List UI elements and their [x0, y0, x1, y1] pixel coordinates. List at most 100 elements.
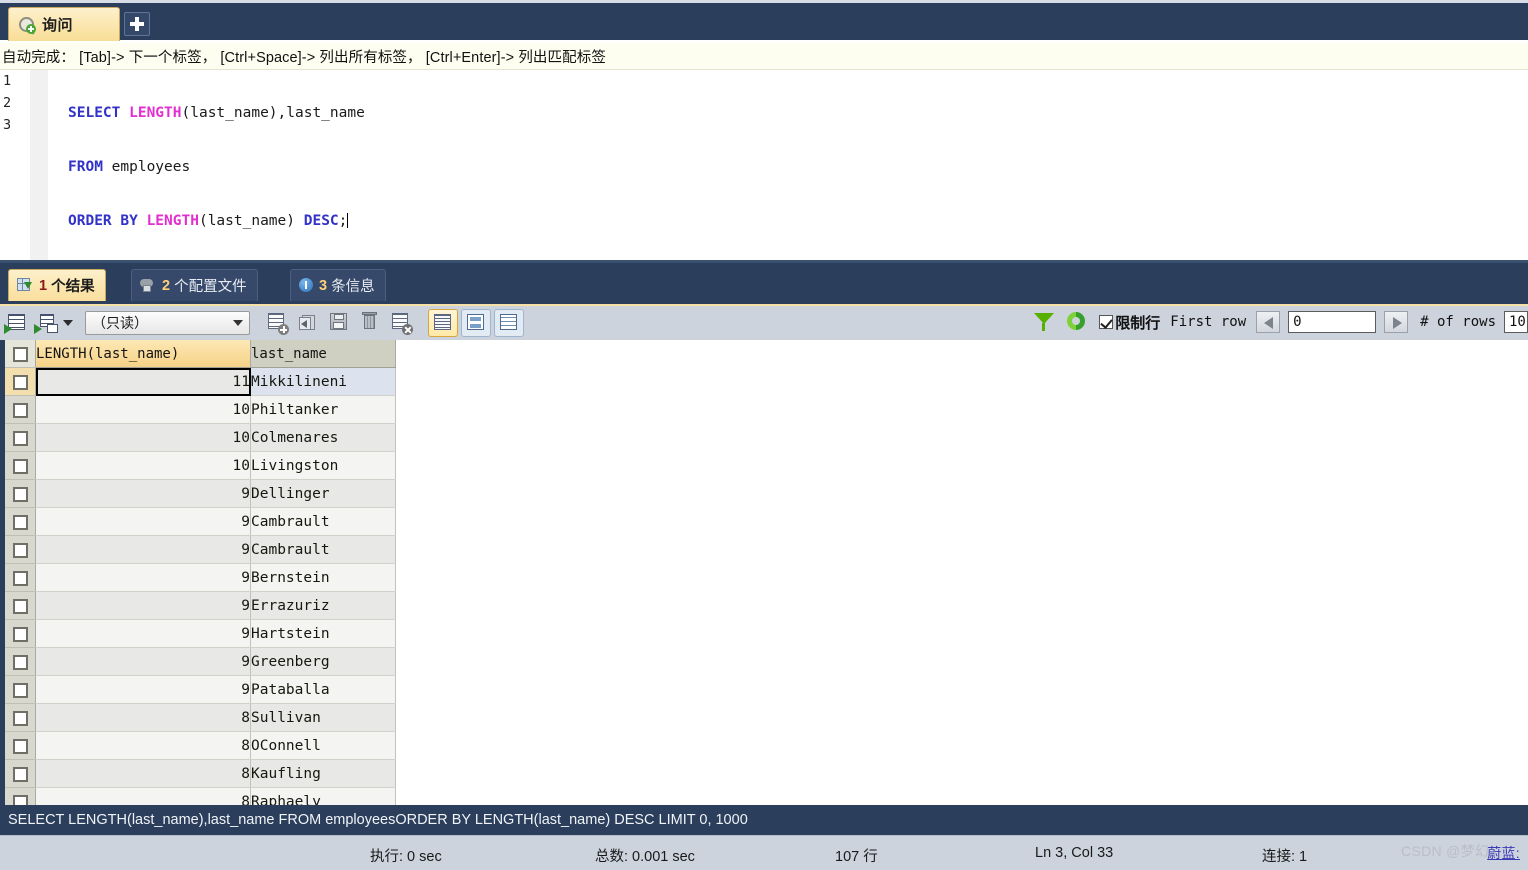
form-view-icon[interactable] — [461, 309, 491, 337]
checkbox-icon[interactable] — [12, 543, 28, 558]
select-all-checkbox-cell[interactable] — [5, 340, 36, 368]
checkbox-icon[interactable] — [12, 599, 28, 614]
table-row[interactable]: 10 Colmenares — [5, 423, 396, 452]
tab-messages[interactable]: 3 条信息 — [290, 269, 386, 301]
cell-last-name[interactable]: Kaufling — [250, 759, 396, 788]
cell-last-name[interactable]: OConnell — [250, 731, 396, 760]
checkbox-icon[interactable] — [12, 739, 28, 754]
cell-last-name[interactable]: Dellinger — [250, 479, 396, 508]
table-row[interactable]: 9 Greenberg — [5, 647, 396, 676]
add-row-icon[interactable] — [263, 310, 291, 336]
first-row-input[interactable]: 0 — [1288, 311, 1377, 333]
tab-profiles[interactable]: 2 个配置文件 — [131, 269, 258, 301]
table-row[interactable]: 9 Bernstein — [5, 563, 396, 592]
table-row[interactable]: 9 Dellinger — [5, 479, 396, 508]
tab-results[interactable]: 1 个结果 — [8, 269, 106, 301]
cell-last-name[interactable]: Colmenares — [250, 423, 396, 452]
first-row-next-button[interactable] — [1384, 311, 1409, 333]
cell-length[interactable]: 11 — [35, 367, 251, 396]
cell-length[interactable]: 9 — [35, 591, 251, 620]
cell-last-name[interactable]: Cambrault — [250, 507, 396, 536]
cell-length[interactable]: 9 — [35, 507, 251, 536]
checkbox-icon[interactable] — [12, 683, 28, 698]
sql-editor[interactable]: 1 2 3 SELECT LENGTH(last_name),last_name… — [0, 70, 1528, 260]
row-checkbox-cell[interactable] — [5, 731, 36, 760]
cell-length[interactable]: 9 — [35, 619, 251, 648]
row-checkbox-cell[interactable] — [5, 423, 36, 452]
delete-row-icon[interactable] — [356, 310, 384, 336]
checkbox-icon[interactable] — [12, 431, 28, 446]
checkbox-icon[interactable] — [12, 487, 28, 502]
cell-length[interactable]: 9 — [35, 535, 251, 564]
cell-last-name[interactable]: Livingston — [250, 451, 396, 480]
checkbox-icon[interactable] — [12, 571, 28, 586]
cell-length[interactable]: 10 — [35, 451, 251, 480]
cell-length[interactable]: 9 — [35, 563, 251, 592]
cell-last-name[interactable]: Hartstein — [250, 619, 396, 648]
table-row[interactable]: 9 Pataballa — [5, 675, 396, 704]
cell-last-name[interactable]: Bernstein — [250, 563, 396, 592]
checkbox-icon[interactable] — [12, 459, 28, 474]
column-header-length[interactable]: LENGTH(last_name) — [35, 340, 251, 368]
cell-length[interactable]: 8 — [35, 703, 251, 732]
row-checkbox-cell[interactable] — [5, 479, 36, 508]
row-checkbox-cell[interactable] — [5, 507, 36, 536]
row-checkbox-cell[interactable] — [5, 647, 36, 676]
checkbox-icon[interactable] — [12, 711, 28, 726]
dropdown-caret-icon[interactable] — [63, 320, 73, 326]
cell-last-name[interactable]: Mikkilineni — [250, 367, 396, 396]
num-rows-input[interactable]: 10 — [1504, 311, 1528, 333]
row-checkbox-cell[interactable] — [5, 759, 36, 788]
row-checkbox-cell[interactable] — [5, 619, 36, 648]
checkbox-icon[interactable] — [12, 347, 28, 362]
row-checkbox-cell[interactable] — [5, 675, 36, 704]
checkbox-icon[interactable] — [12, 767, 28, 782]
row-checkbox-cell[interactable] — [5, 703, 36, 732]
cell-last-name[interactable]: Sullivan — [250, 703, 396, 732]
table-row[interactable]: 11 Mikkilineni — [5, 367, 396, 396]
checkbox-icon[interactable] — [12, 515, 28, 530]
column-header-lastname[interactable]: last_name — [250, 340, 396, 368]
checkbox-icon[interactable] — [12, 655, 28, 670]
import-grid-icon[interactable] — [4, 311, 30, 335]
checkbox-icon[interactable] — [12, 375, 28, 390]
table-row[interactable]: 10 Livingston — [5, 451, 396, 480]
edit-mode-select[interactable]: （只读） — [85, 311, 250, 335]
cell-last-name[interactable]: Errazuriz — [250, 591, 396, 620]
cell-length[interactable]: 9 — [35, 479, 251, 508]
table-row[interactable]: 8 Sullivan — [5, 703, 396, 732]
cell-length[interactable]: 8 — [35, 731, 251, 760]
cell-length[interactable]: 9 — [35, 647, 251, 676]
grid-view-icon[interactable] — [428, 309, 458, 337]
table-row[interactable]: 9 Errazuriz — [5, 591, 396, 620]
cell-length[interactable]: 8 — [35, 759, 251, 788]
save-icon[interactable] — [325, 310, 353, 336]
discard-icon[interactable] — [387, 310, 415, 336]
table-row[interactable]: 8 OConnell — [5, 731, 396, 760]
row-checkbox-cell[interactable] — [5, 451, 36, 480]
sql-code-area[interactable]: SELECT LENGTH(last_name),last_name FROM … — [52, 70, 1528, 260]
first-row-prev-button[interactable] — [1256, 311, 1281, 333]
checkbox-icon[interactable] — [12, 403, 28, 418]
export-grid-icon[interactable] — [34, 311, 60, 335]
cell-last-name[interactable]: Philtanker — [250, 395, 396, 424]
refresh-icon[interactable] — [1065, 311, 1087, 333]
cell-last-name[interactable]: Greenberg — [250, 647, 396, 676]
revert-icon[interactable] — [294, 310, 322, 336]
new-tab-button[interactable] — [124, 12, 150, 36]
table-row[interactable]: 9 Cambrault — [5, 507, 396, 536]
table-row[interactable]: 9 Cambrault — [5, 535, 396, 564]
row-checkbox-cell[interactable] — [5, 367, 36, 396]
result-grid[interactable]: LENGTH(last_name) last_name 11 Mikkilinen… — [0, 340, 1528, 816]
text-view-icon[interactable] — [494, 309, 524, 337]
cell-last-name[interactable]: Pataballa — [250, 675, 396, 704]
limit-rows-checkbox[interactable] — [1099, 315, 1114, 329]
filter-funnel-icon[interactable] — [1033, 311, 1055, 333]
row-checkbox-cell[interactable] — [5, 535, 36, 564]
tab-query[interactable]: 询问 — [8, 7, 120, 41]
table-row[interactable]: 10 Philtanker — [5, 395, 396, 424]
row-checkbox-cell[interactable] — [5, 395, 36, 424]
table-row[interactable]: 9 Hartstein — [5, 619, 396, 648]
row-checkbox-cell[interactable] — [5, 563, 36, 592]
cell-length[interactable]: 9 — [35, 675, 251, 704]
